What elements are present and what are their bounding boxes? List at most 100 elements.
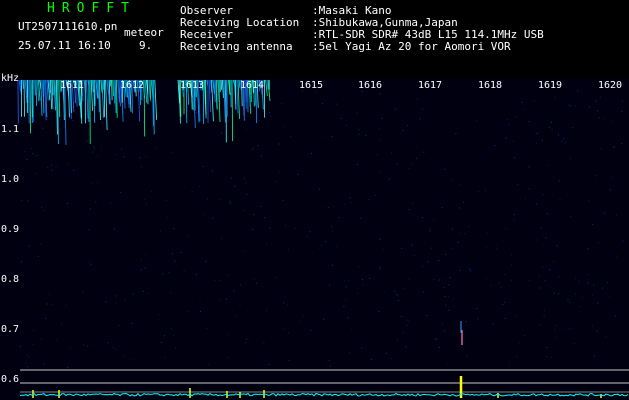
noise-dot <box>402 332 404 334</box>
noise-dot <box>95 201 97 203</box>
noise-dot <box>597 110 598 112</box>
noise-dot <box>27 200 29 202</box>
noise-dot <box>612 121 614 123</box>
noise-dot <box>171 152 173 153</box>
noise-dot <box>591 325 593 327</box>
noise-dot <box>602 287 603 289</box>
noise-dot <box>283 302 285 304</box>
noise-dot <box>114 348 116 350</box>
noise-dot <box>613 146 615 148</box>
noise-dot <box>245 183 247 185</box>
noise-dot <box>338 217 340 219</box>
noise-dot <box>394 108 396 110</box>
noise-dot <box>513 214 515 216</box>
noise-dot <box>567 104 569 106</box>
noise-dot <box>448 309 450 311</box>
noise-dot <box>511 254 513 256</box>
noise-dot <box>546 346 548 348</box>
noise-dot <box>445 254 447 255</box>
noise-dot <box>180 251 182 253</box>
noise-dot <box>345 286 347 288</box>
noise-dot <box>233 290 235 292</box>
noise-dot <box>140 269 142 271</box>
noise-dot <box>69 117 71 119</box>
noise-dot <box>90 264 92 266</box>
noise-dot <box>436 338 438 340</box>
noise-dot <box>451 247 453 249</box>
noise-dot <box>554 97 556 99</box>
noise-dot <box>121 148 123 150</box>
noise-dot <box>285 225 286 227</box>
noise-dot <box>309 231 311 233</box>
noise-dot <box>361 347 363 349</box>
noise-dot <box>281 103 283 105</box>
noise-dot <box>37 255 39 257</box>
noise-dot <box>28 356 30 358</box>
x-tick-label: 1613 <box>180 80 205 91</box>
axis-unit: kHz <box>1 73 20 84</box>
noise-dot <box>40 338 42 340</box>
noise-dot <box>362 284 364 286</box>
noise-dot <box>524 197 526 199</box>
noise-dot <box>200 310 201 312</box>
noise-dot <box>150 100 152 102</box>
noise-dot <box>257 145 259 147</box>
noise-dot <box>555 337 557 339</box>
noise-dot <box>220 198 221 200</box>
noise-dot <box>422 108 424 110</box>
noise-dot <box>397 300 399 302</box>
noise-dot <box>538 275 540 277</box>
noise-dot <box>430 228 432 230</box>
noise-dot <box>332 206 334 207</box>
noise-dot <box>598 117 600 119</box>
noise-dot <box>544 309 546 311</box>
noise-dot <box>586 274 588 276</box>
noise-dot <box>504 274 506 275</box>
noise-dot <box>528 280 530 282</box>
noise-dot <box>438 260 440 262</box>
noise-dot <box>546 355 548 357</box>
noise-dot <box>46 303 48 305</box>
noise-dot <box>361 90 363 92</box>
noise-dot <box>56 339 58 341</box>
noise-dot <box>347 317 349 319</box>
noise-dot <box>43 209 45 211</box>
noise-dot <box>458 207 460 209</box>
noise-dot <box>444 168 446 170</box>
noise-dot <box>433 279 435 280</box>
noise-dot <box>401 247 403 249</box>
noise-dot <box>383 291 385 293</box>
noise-dot <box>504 318 506 320</box>
noise-dot <box>595 100 597 102</box>
burst-streak <box>23 79 25 117</box>
noise-dot <box>212 170 213 172</box>
noise-dot <box>230 200 232 202</box>
noise-dot <box>569 328 571 330</box>
noise-dot <box>319 188 321 190</box>
noise-dot <box>67 366 69 368</box>
noise-dot <box>288 359 290 361</box>
noise-dot <box>306 236 308 238</box>
noise-dot <box>349 352 350 354</box>
noise-dot <box>154 94 156 96</box>
noise-dot <box>542 266 544 268</box>
noise-dot <box>537 132 539 134</box>
noise-dot <box>89 261 91 263</box>
noise-dot <box>74 106 75 108</box>
noise-dot <box>26 159 28 160</box>
noise-dot <box>528 188 530 190</box>
noise-dot <box>140 166 142 168</box>
noise-dot <box>113 228 115 230</box>
noise-dot <box>592 224 594 225</box>
noise-dot <box>508 124 510 126</box>
noise-dot <box>588 106 590 108</box>
noise-dot <box>42 127 44 129</box>
noise-dot <box>369 343 371 345</box>
noise-dot <box>485 246 487 248</box>
noise-dot <box>199 185 201 187</box>
noise-dot <box>410 164 412 166</box>
noise-dot <box>397 294 399 296</box>
noise-dot <box>476 120 478 122</box>
noise-dot <box>535 239 537 241</box>
noise-dot <box>546 213 548 214</box>
